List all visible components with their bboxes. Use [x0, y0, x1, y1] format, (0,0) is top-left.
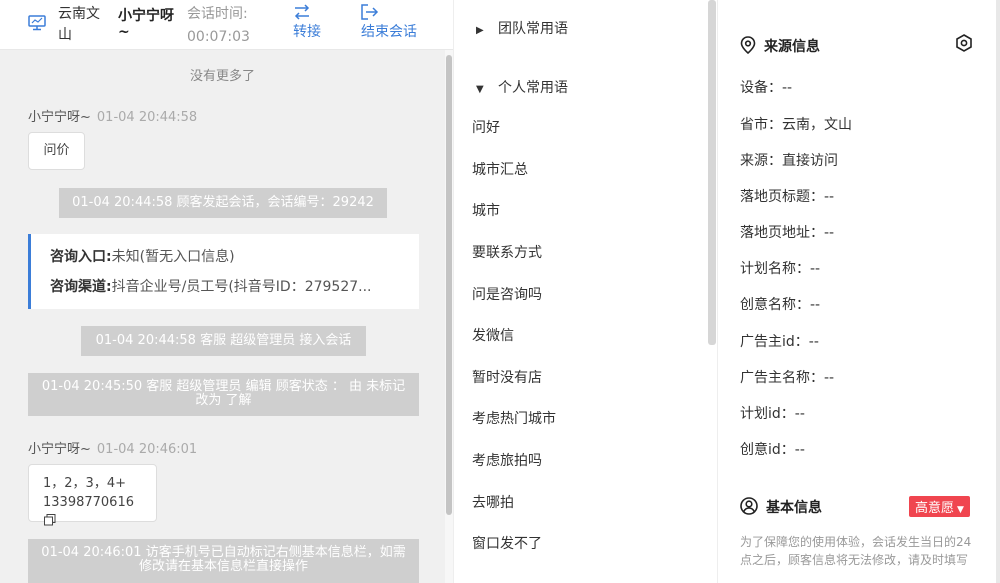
field-province-city: 省市：云南，文山 [740, 117, 852, 133]
message-sender: 小宁宁呀~ 01-04 20:44:58 [28, 106, 197, 125]
chat-messages[interactable]: 没有更多了 小宁宁呀~ 01-04 20:44:58 问价 01-04 20:44… [0, 50, 445, 583]
message-line: 1，2，3，4+ [43, 476, 126, 491]
consult-entry-value: 未知(暂无入口信息) [111, 249, 235, 265]
consult-entry-label: 咨询入口: [50, 249, 112, 265]
message-bubble: 1，2，3，4+ 13398770616 [28, 464, 157, 526]
phrase-item[interactable]: 城市 [472, 200, 500, 220]
monitor-icon [28, 15, 46, 31]
session-time-label: 会话时间: [187, 6, 248, 22]
system-message: 01-04 20:45:50 客服 超级管理员 编辑 顾客状态 ： 由 未标记 … [28, 373, 419, 416]
no-more-history: 没有更多了 [189, 69, 255, 84]
message-timestamp: 01-04 20:44:58 [96, 110, 198, 125]
system-message: 01-04 20:44:58 顾客发起会话，会话编号：29242 [59, 188, 387, 218]
message-line: 13398770616 [43, 493, 142, 531]
consult-channel-row: 咨询渠道:抖音企业号/员工号(抖音号ID：279527... [50, 272, 410, 302]
phrase-item[interactable]: 要联系方式 [472, 242, 542, 262]
consult-channel-value: 抖音企业号/员工号(抖音号ID：279527... [111, 279, 372, 295]
caret-down-icon: ▼ [957, 505, 964, 515]
field-plan-name: 计划名称：-- [740, 261, 821, 277]
intent-level-value: 高意愿 [915, 501, 955, 516]
field-landing-title: 落地页标题：-- [740, 189, 835, 205]
field-device: 设备：-- [740, 80, 793, 96]
logout-icon [361, 4, 379, 20]
phrase-item[interactable]: 城市汇总 [472, 159, 528, 179]
session-time: 00:07:03 [187, 29, 250, 45]
visitor-info-panel: 来源信息 设备：-- 省市：云南，文山 来源：直接访问 落地页标题：-- 落地页… [717, 0, 1000, 583]
field-landing-url: 落地页地址：-- [740, 225, 835, 241]
phrase-item[interactable]: 问是咨询吗 [472, 284, 542, 304]
common-phrases-panel: ▶ 团队常用语 ▼ 个人常用语 问好 城市汇总 城市 要联系方式 问是咨询吗 发微信… [453, 0, 717, 583]
message-timestamp: 01-04 20:46:01 [96, 442, 198, 457]
phrases-scroll-thumb[interactable] [708, 0, 716, 345]
chat-panel: 云南文山 小宁宁呀~ 会话时间: 00:07:03 转接 结束会话 没有更多了 [0, 0, 453, 583]
consult-channel-label: 咨询渠道: [50, 279, 112, 295]
phrase-item[interactable]: 去哪拍 [472, 492, 514, 512]
message-bubble: 问价 [28, 132, 85, 170]
basic-info-title: 基本信息 [740, 497, 822, 517]
intent-level-dropdown[interactable]: 高意愿 ▼ [909, 496, 970, 517]
location-pin-icon [740, 36, 756, 55]
transfer-label: 转接 [293, 24, 321, 40]
message-sender: 小宁宁呀~ 01-04 20:46:01 [28, 438, 197, 457]
visitor-name: 小宁宁呀~ [118, 8, 174, 40]
caret-right-icon: ▶ [476, 25, 484, 36]
settings-hexagon-icon[interactable] [955, 34, 973, 52]
field-plan-id: 计划id：-- [740, 406, 805, 422]
chat-scrollbar[interactable] [445, 50, 453, 583]
system-message: 01-04 20:46:01 访客手机号已自动标记右侧基本信息栏，如需修改请在基… [28, 539, 419, 583]
end-session-button[interactable]: 结束会话 [361, 4, 417, 41]
field-advertiser-name: 广告主名称：-- [740, 370, 835, 386]
team-phrases-label: 团队常用语 [498, 21, 568, 37]
personal-phrases-group[interactable]: ▼ 个人常用语 [476, 77, 568, 97]
phrase-item[interactable]: 窗口发不了 [472, 533, 542, 553]
edit-deadline-note: 为了保障您的使用体验，会话发生当日的24点之后，顾客信息将无法修改，请及时填写 [740, 535, 972, 567]
sender-name: 小宁宁呀~ [28, 442, 91, 457]
field-creative-id: 创意id：-- [740, 442, 805, 458]
field-advertiser-id: 广告主id：-- [740, 334, 819, 350]
phrase-item[interactable]: 考虑热门城市 [472, 408, 556, 428]
consult-info-card: 咨询入口:未知(暂无入口信息) 咨询渠道:抖音企业号/员工号(抖音号ID：279… [28, 234, 419, 309]
personal-phrases-label: 个人常用语 [498, 80, 568, 96]
visitor-location: 云南文山 [58, 6, 100, 43]
transfer-button[interactable]: 转接 [293, 4, 321, 41]
transfer-icon [294, 4, 310, 20]
phrase-item[interactable]: 问好 [472, 117, 500, 137]
field-creative-name: 创意名称：-- [740, 297, 821, 313]
copy-icon[interactable] [44, 514, 56, 526]
sender-name: 小宁宁呀~ [28, 110, 91, 125]
team-phrases-group[interactable]: ▶ 团队常用语 [476, 18, 568, 38]
user-circle-icon [740, 497, 758, 515]
caret-down-icon: ▼ [476, 84, 484, 95]
system-message: 01-04 20:44:58 客服 超级管理员 接入会话 [81, 326, 366, 356]
page-scrollbar[interactable] [996, 0, 1000, 583]
source-info-title: 来源信息 [740, 36, 820, 56]
phrase-item[interactable]: 考虑旅拍吗 [472, 450, 542, 470]
phone-number: 13398770616 [43, 495, 134, 510]
end-session-label: 结束会话 [361, 24, 417, 40]
phrase-item[interactable]: 发微信 [472, 325, 514, 345]
field-source: 来源：直接访问 [740, 153, 838, 169]
chat-scroll-thumb[interactable] [446, 55, 452, 515]
chat-header: 云南文山 小宁宁呀~ 会话时间: 00:07:03 转接 结束会话 [0, 0, 453, 50]
source-info-label: 来源信息 [764, 39, 820, 55]
consult-entry-row: 咨询入口:未知(暂无入口信息) [50, 242, 410, 272]
phrase-item[interactable]: 暂时没有店 [472, 367, 542, 387]
basic-info-label: 基本信息 [766, 500, 822, 516]
